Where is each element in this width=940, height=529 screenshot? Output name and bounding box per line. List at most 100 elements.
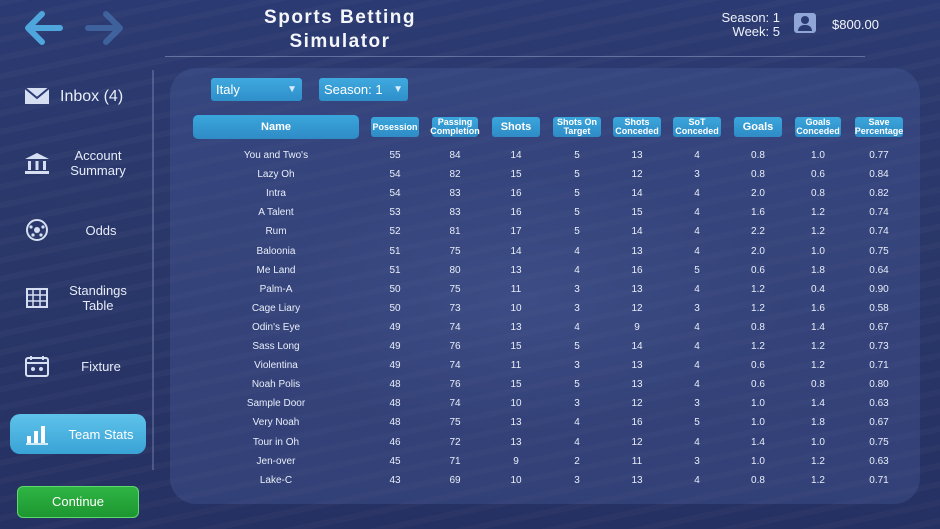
column-header-passing-completion[interactable]: Passing Completion xyxy=(430,117,480,137)
team-name-cell[interactable]: Jen-over xyxy=(196,454,356,470)
stat-cell: 50 xyxy=(389,302,401,314)
stat-cell: 52 xyxy=(389,226,401,238)
league-select-value: Italy xyxy=(216,82,240,97)
sidebar-item-label: Inbox (4) xyxy=(60,87,124,105)
column-header-posession[interactable]: Posession xyxy=(371,117,419,137)
stat-cell: 76 xyxy=(449,379,461,391)
continue-button[interactable]: Continue xyxy=(17,486,139,518)
column-header-shots[interactable]: Shots xyxy=(492,117,540,137)
stat-cell: 12 xyxy=(631,302,643,314)
stat-cell: 4 xyxy=(574,321,580,333)
table-grid-icon xyxy=(26,288,48,308)
team-name-cell[interactable]: Sample Door xyxy=(196,396,356,412)
stat-cell: 16 xyxy=(510,207,522,219)
stat-cell: 12 xyxy=(631,169,643,181)
stat-cell: 0.67 xyxy=(869,417,889,429)
team-name-cell[interactable]: You and Two's xyxy=(196,148,356,164)
team-name-cell[interactable]: Very Noah xyxy=(196,415,356,431)
stat-cell: 48 xyxy=(389,379,401,391)
sidebar-item-team-stats[interactable]: Team Stats xyxy=(10,414,146,454)
team-name-cell[interactable]: Me Land xyxy=(196,263,356,279)
header-divider xyxy=(165,56,865,57)
stat-cell: 72 xyxy=(449,436,461,448)
team-name-cell[interactable]: Lazy Oh xyxy=(196,167,356,183)
stat-cell: 1.0 xyxy=(811,245,825,257)
stat-cell: 74 xyxy=(449,360,461,372)
stat-cell: 1.4 xyxy=(751,436,765,448)
stat-cell: 1.2 xyxy=(811,341,825,352)
column-header-name[interactable]: Name xyxy=(193,115,359,139)
stat-cell: 1.2 xyxy=(811,360,825,372)
chevron-down-icon: ▼ xyxy=(287,84,297,95)
column-header-sot-conceded[interactable]: SoT Conceded xyxy=(673,117,721,137)
stat-cell: 0.73 xyxy=(869,341,889,352)
column-header-goals-conceded[interactable]: Goals Conceded xyxy=(795,117,841,137)
stat-cell: 1.8 xyxy=(811,417,825,429)
column-header-shots-on-target[interactable]: Shots On Target xyxy=(553,117,601,137)
stat-cell: 17 xyxy=(510,226,522,238)
team-name-cell[interactable]: Violentina xyxy=(196,358,356,374)
stat-cell: 43 xyxy=(389,474,401,486)
stat-cell: 1.2 xyxy=(751,302,765,314)
sidebar-item-inbox[interactable]: Inbox (4) xyxy=(10,66,146,126)
stat-cell: 1.0 xyxy=(751,455,765,467)
sidebar-item-label: Odds xyxy=(85,222,117,238)
stat-cell: 3 xyxy=(574,474,580,486)
week-label: Week: 5 xyxy=(732,24,780,39)
team-name-cell[interactable]: Cage Liary xyxy=(196,301,356,317)
stat-cell: 0.8 xyxy=(811,379,825,391)
league-select[interactable]: Italy ▼ xyxy=(211,78,302,101)
sidebar-divider xyxy=(152,70,154,470)
stat-cell: 75 xyxy=(449,245,461,257)
team-name-cell[interactable]: Baloonia xyxy=(196,244,356,260)
season-select[interactable]: Season: 1 ▼ xyxy=(319,78,408,101)
envelope-icon xyxy=(24,87,50,104)
stat-cell: 0.82 xyxy=(869,188,889,200)
user-profile-icon[interactable] xyxy=(794,13,816,33)
arrow-left-icon[interactable] xyxy=(24,10,64,46)
stat-cell: 1.2 xyxy=(751,283,765,295)
sidebar-item-account-summary[interactable]: Account Summary xyxy=(10,133,146,193)
sidebar-item-fixture[interactable]: Fixture xyxy=(10,336,146,396)
stat-cell: 15 xyxy=(510,379,522,391)
stat-cell: 3 xyxy=(694,302,700,314)
season-week-info: Season: 1 Week: 5 xyxy=(700,11,780,39)
stat-cell: 1.2 xyxy=(811,207,825,219)
stat-cell: 83 xyxy=(449,207,461,219)
stat-cell: 3 xyxy=(574,398,580,410)
team-name-cell[interactable]: Lake-C xyxy=(196,473,356,489)
stat-cell: 4 xyxy=(574,245,580,257)
stat-cell: 51 xyxy=(389,245,401,257)
stat-cell: 0.71 xyxy=(869,360,889,372)
stat-cell: 4 xyxy=(694,245,700,257)
stat-cell: 15 xyxy=(510,169,522,181)
team-name-cell[interactable]: Rum xyxy=(196,224,356,240)
stat-cell: 71 xyxy=(449,455,461,467)
team-name-cell[interactable]: Odin's Eye xyxy=(196,320,356,336)
stat-cell: 1.4 xyxy=(811,398,825,410)
team-name-cell[interactable]: Palm-A xyxy=(196,282,356,298)
column-header-goals[interactable]: Goals xyxy=(734,117,782,137)
stat-cell: 1.0 xyxy=(811,436,825,448)
arrow-right-icon[interactable] xyxy=(84,10,124,46)
sidebar-item-standings-table[interactable]: Standings Table xyxy=(10,268,146,328)
team-name-cell[interactable]: A Talent xyxy=(196,205,356,221)
team-name-cell[interactable]: Sass Long xyxy=(196,339,356,355)
stat-cell: 12 xyxy=(631,436,643,448)
stat-cell: 0.75 xyxy=(869,245,889,257)
team-name-cell[interactable]: Tour in Oh xyxy=(196,435,356,451)
stat-cell: 16 xyxy=(631,264,643,276)
team-name-cell[interactable]: Intra xyxy=(196,186,356,202)
stat-cell: 80 xyxy=(449,264,461,276)
sidebar-item-odds[interactable]: Odds xyxy=(10,200,146,260)
stat-cell: 48 xyxy=(389,398,401,410)
stat-cell: 4 xyxy=(574,417,580,429)
stat-cell: 5 xyxy=(574,379,580,391)
season-label: Season: 1 xyxy=(721,10,780,25)
column-header-shots-conceded[interactable]: Shots Conceded xyxy=(613,117,661,137)
stat-cell: 1.6 xyxy=(811,302,825,314)
stat-cell: 14 xyxy=(510,150,522,161)
column-header-save-percentage[interactable]: Save Percentage xyxy=(855,117,903,137)
team-name-cell[interactable]: Noah Polis xyxy=(196,377,356,393)
stat-cell: 51 xyxy=(389,264,401,276)
